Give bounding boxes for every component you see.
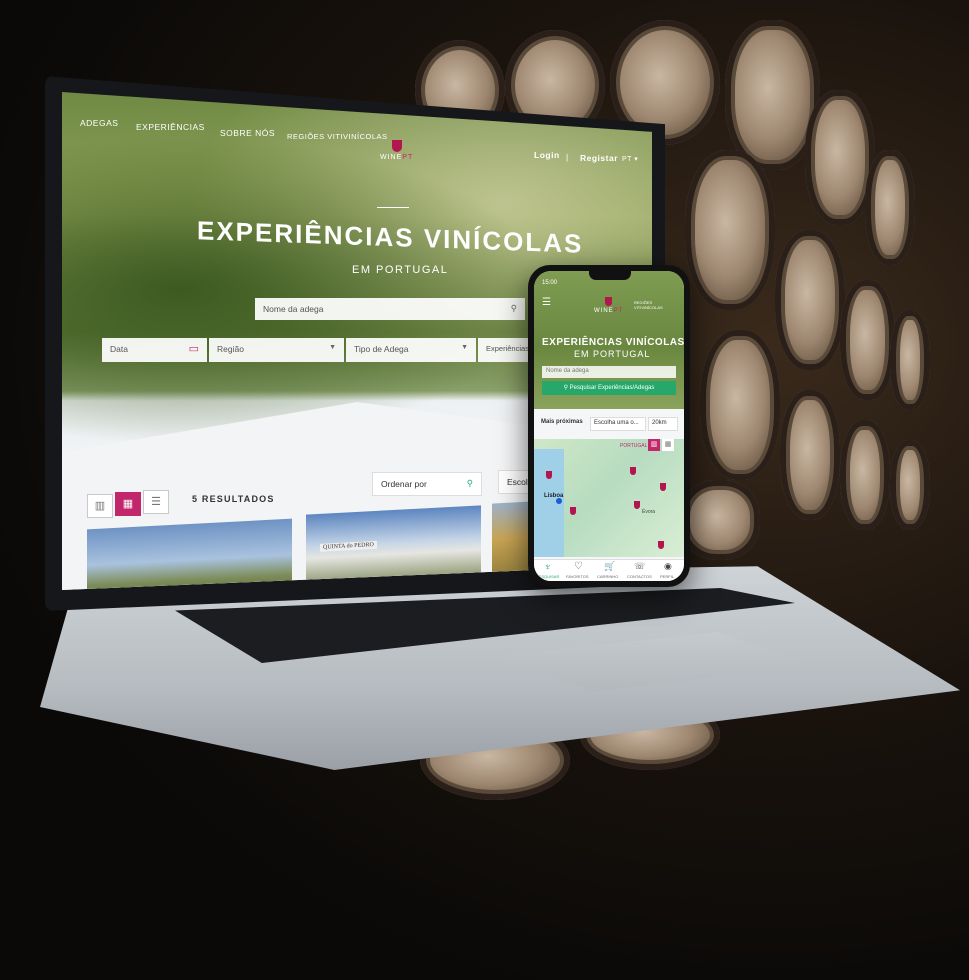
phone-brand[interactable]: WINEPT [594,297,623,314]
search-icon: ⚲ [466,478,473,488]
calendar-icon: ▭ [188,343,199,355]
date-field[interactable]: Data ▭ [102,338,207,362]
search-placeholder: Nome da adega [263,304,324,314]
map-icon: ▥ [650,441,658,448]
list-icon: ☰ [151,496,161,508]
phone-tab-bar: ♆ PESQUISAR ♡ FAVORITOS 🛒 CARRINHO ☏ CON… [534,559,684,581]
winery-pin-icon[interactable] [546,471,552,479]
phone-search-button[interactable]: ⚲ Pesquisar Experiências/Adegas [542,381,676,395]
order-by-label: Ordenar por [381,479,427,489]
nav-experiencias[interactable]: EXPERIÊNCIAS [136,122,205,132]
nav-sobre-nos[interactable]: SOBRE NÓS [220,128,275,138]
register-link[interactable]: Registar [580,153,618,163]
brand-accent: PT [402,154,414,161]
results-count: 5 RESULTADOS [192,494,275,504]
hero-subtitle: EM PORTUGAL [352,264,449,276]
tab-favorites[interactable]: FAVORITOS [566,574,589,579]
phone-search-input[interactable]: Nome da adega [542,366,676,378]
phone-brand-name: WINE [594,308,614,314]
brand-logo[interactable]: WINEPT [380,140,413,161]
order-by-select[interactable]: Ordenar por ⚲ [372,472,482,496]
nav-adegas[interactable]: ADEGAS [80,118,118,128]
regions-link[interactable]: REGIÕES VITIVINÍCOLAS [634,300,678,310]
choose-filter[interactable]: Escolha uma o... [590,417,646,431]
profile-icon[interactable]: ◉ [664,561,672,572]
map-view-toggle[interactable]: ▥ [648,439,660,451]
distance-filter[interactable]: 20km [648,417,678,431]
phone-notch [589,271,631,280]
grid-icon: ▦ [664,441,672,448]
wine-glass-icon [391,140,402,152]
map-city-evora: Évora [642,509,656,515]
grid-icon: ▦ [122,498,134,510]
map-icon: ▥ [94,500,106,512]
tab-contacts[interactable]: CONTACTOS [627,574,652,579]
nav-regioes[interactable]: REGIÕES VITIVINÍCOLAS [287,132,388,141]
grid-view-toggle[interactable]: ▦ [662,439,674,451]
tab-profile[interactable]: PERFIL [660,574,674,579]
tab-cart[interactable]: CARRINHO [597,574,618,579]
chevron-down-icon: ▼ [461,344,468,351]
search-icon[interactable]: ⚲ [511,303,517,314]
winery-pin-icon[interactable] [634,501,640,509]
phone-search-button-label: Pesquisar Experiências/Adegas [569,385,655,391]
card-sign: QUINTA do PEDRO [320,540,377,552]
hero-divider [377,207,409,208]
auth-separator: | [566,152,569,162]
winery-pin-icon[interactable] [658,541,664,549]
phone-time: 15:00 [542,280,558,286]
winery-card-1[interactable] [87,518,292,590]
list-view-button[interactable]: ☰ [143,490,169,514]
wine-glass-icon [605,297,613,306]
winery-pin-icon[interactable] [660,483,666,491]
brand-name: WINE [380,154,403,161]
region-label: Região [217,344,244,354]
search-input[interactable]: Nome da adega ⚲ [255,298,525,320]
user-location-icon [556,498,562,504]
phone-screen: 15:00 ☰ WINEPT REGIÕES VITIVINÍCOLAS EXP… [534,271,684,581]
chevron-down-icon: ▼ [329,344,336,351]
phone-hero-subtitle: EM PORTUGAL [574,349,651,359]
menu-icon[interactable]: ☰ [542,297,551,308]
tab-search[interactable]: PESQUISAR [536,574,559,579]
winery-pin-icon[interactable] [570,507,576,515]
nearest-filter[interactable]: Mais próximas [538,417,586,431]
language-select[interactable]: PT ▾ [622,155,638,163]
map-view-button[interactable]: ▥ [87,494,113,518]
login-link[interactable]: Login [534,150,560,160]
grid-view-button[interactable]: ▦ [115,492,141,516]
contacts-icon[interactable]: ☏ [634,561,645,572]
winery-pin-icon[interactable] [630,467,636,475]
winery-type-select[interactable]: Tipo de Adega ▼ [346,338,476,362]
phone-hero-title: EXPERIÊNCIAS VINÍCOLAS [542,337,684,348]
search-tab-icon[interactable]: ♆ [544,562,552,573]
region-select[interactable]: Região ▼ [209,338,344,362]
map-label: PORTUGAL [620,443,648,449]
date-label: Data [110,344,128,354]
heart-icon[interactable]: ♡ [574,561,583,572]
winery-type-label: Tipo de Adega [354,344,409,354]
cart-icon[interactable]: 🛒 [604,561,615,572]
phone-brand-accent: PT [613,308,624,314]
